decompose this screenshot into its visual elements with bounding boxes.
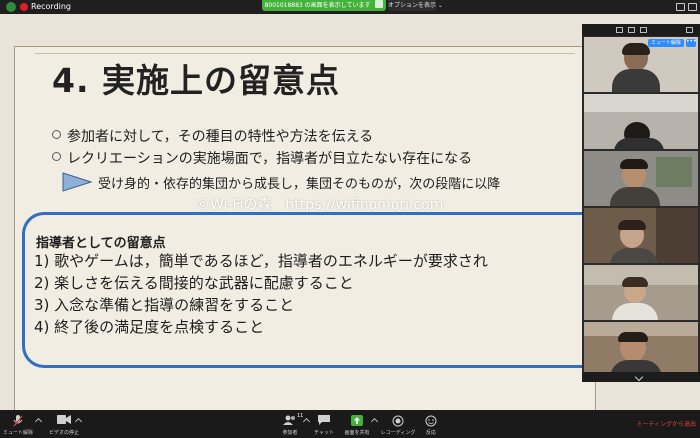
layout-icon[interactable]	[640, 27, 647, 33]
unmute-badge[interactable]: ミュート解除	[647, 39, 684, 47]
chat-icon	[318, 415, 330, 425]
participant-video-tile[interactable]	[584, 94, 698, 149]
top-status-bar: Recording 8001018883 の画面を表示しています オプションを表…	[0, 0, 700, 14]
participants-video-panel: ミュート解除 •••	[582, 24, 700, 382]
info-icon[interactable]	[6, 2, 16, 12]
recording-label: Recording	[31, 2, 72, 11]
slide-bullet-1: 参加者に対して，その種目の特性や方法を伝える	[52, 126, 373, 146]
panel-footer	[582, 372, 700, 382]
slide-title: 4. 実施上の留意点	[52, 61, 340, 100]
participants-button[interactable]: 11 参加者	[276, 410, 304, 438]
view-options-button[interactable]: オプションを表示 ⌄	[388, 0, 443, 11]
note-item-4: 4) 終了後の満足度を点検すること	[34, 318, 265, 336]
layout-icon[interactable]	[616, 27, 623, 33]
participants-count: 11	[297, 413, 304, 419]
chevron-down-icon[interactable]	[634, 372, 644, 382]
window-icon[interactable]	[676, 3, 685, 11]
bullet-circle-icon	[52, 152, 61, 161]
participant-video-tile[interactable]	[584, 265, 698, 320]
record-label: レコーディング	[380, 430, 416, 436]
camera-icon	[57, 415, 71, 424]
share-screen-button[interactable]: 画面を共有	[340, 410, 374, 438]
reactions-button[interactable]: 反応	[420, 410, 442, 438]
more-options-button[interactable]: •••	[686, 39, 697, 47]
participant-video-tile[interactable]	[584, 208, 698, 263]
minimize-icon[interactable]	[686, 27, 693, 33]
share-screen-icon	[351, 415, 363, 426]
note-item-2: 2) 楽しさを伝える間接的な武器に配慮すること	[34, 274, 354, 292]
participant-video-tile[interactable]	[584, 322, 698, 377]
reaction-icon	[425, 415, 437, 427]
watermark: ©Wi-Fiの森 https://wifinomori.com	[196, 197, 444, 213]
participants-label: 参加者	[282, 430, 298, 436]
chat-button[interactable]: チャット	[310, 410, 338, 438]
video-label: ビデオの停止	[48, 430, 80, 436]
triangle-arrow-icon	[62, 172, 92, 192]
meeting-toolbar: ミュート解除 ビデオの停止 11 参加者 チャット 画面を共有 レコーディング …	[0, 410, 700, 438]
chat-label: チャット	[314, 430, 334, 436]
screen-share-banner: 8001018883 の画面を表示しています	[262, 0, 386, 11]
leave-meeting-button[interactable]: ミーティングから退出	[636, 419, 696, 428]
slide-bullet-2: レクリエーションの実施場面で，指導者が目立たない存在になる	[52, 148, 472, 168]
note-item-1: 1) 歌やゲームは，簡単であるほど，指導者のエネルギーが要求され	[34, 252, 488, 270]
reactions-label: 反応	[425, 430, 437, 436]
share-banner-text: 8001018883 の画面を表示しています	[264, 2, 371, 9]
participant-video-tile[interactable]	[584, 151, 698, 206]
record-button-icon	[392, 415, 404, 427]
mute-button[interactable]: ミュート解除	[2, 410, 34, 438]
panel-header	[582, 24, 700, 36]
share-control-icon[interactable]	[375, 0, 384, 8]
mic-icon	[13, 415, 23, 427]
participants-icon	[283, 415, 295, 425]
mute-label: ミュート解除	[2, 430, 34, 436]
note-item-3: 3) 入念な準備と指導の練習をすること	[34, 296, 295, 314]
audio-options-caret[interactable]	[34, 417, 43, 426]
bullet-circle-icon	[52, 130, 61, 139]
fullscreen-icon[interactable]	[688, 3, 697, 11]
layout-icon[interactable]	[628, 27, 635, 33]
record-icon	[20, 3, 28, 11]
share-label: 画面を共有	[344, 430, 370, 436]
slide-sub-bullet: 受け身的・依存的集団から成長し，集団そのものが，次の段階に以降	[98, 177, 501, 192]
record-button[interactable]: レコーディング	[378, 410, 418, 438]
notes-title: 指導者としての留意点	[36, 236, 166, 251]
participants-options-caret[interactable]	[302, 417, 311, 426]
participant-video-tile[interactable]: ミュート解除 •••	[584, 37, 698, 92]
